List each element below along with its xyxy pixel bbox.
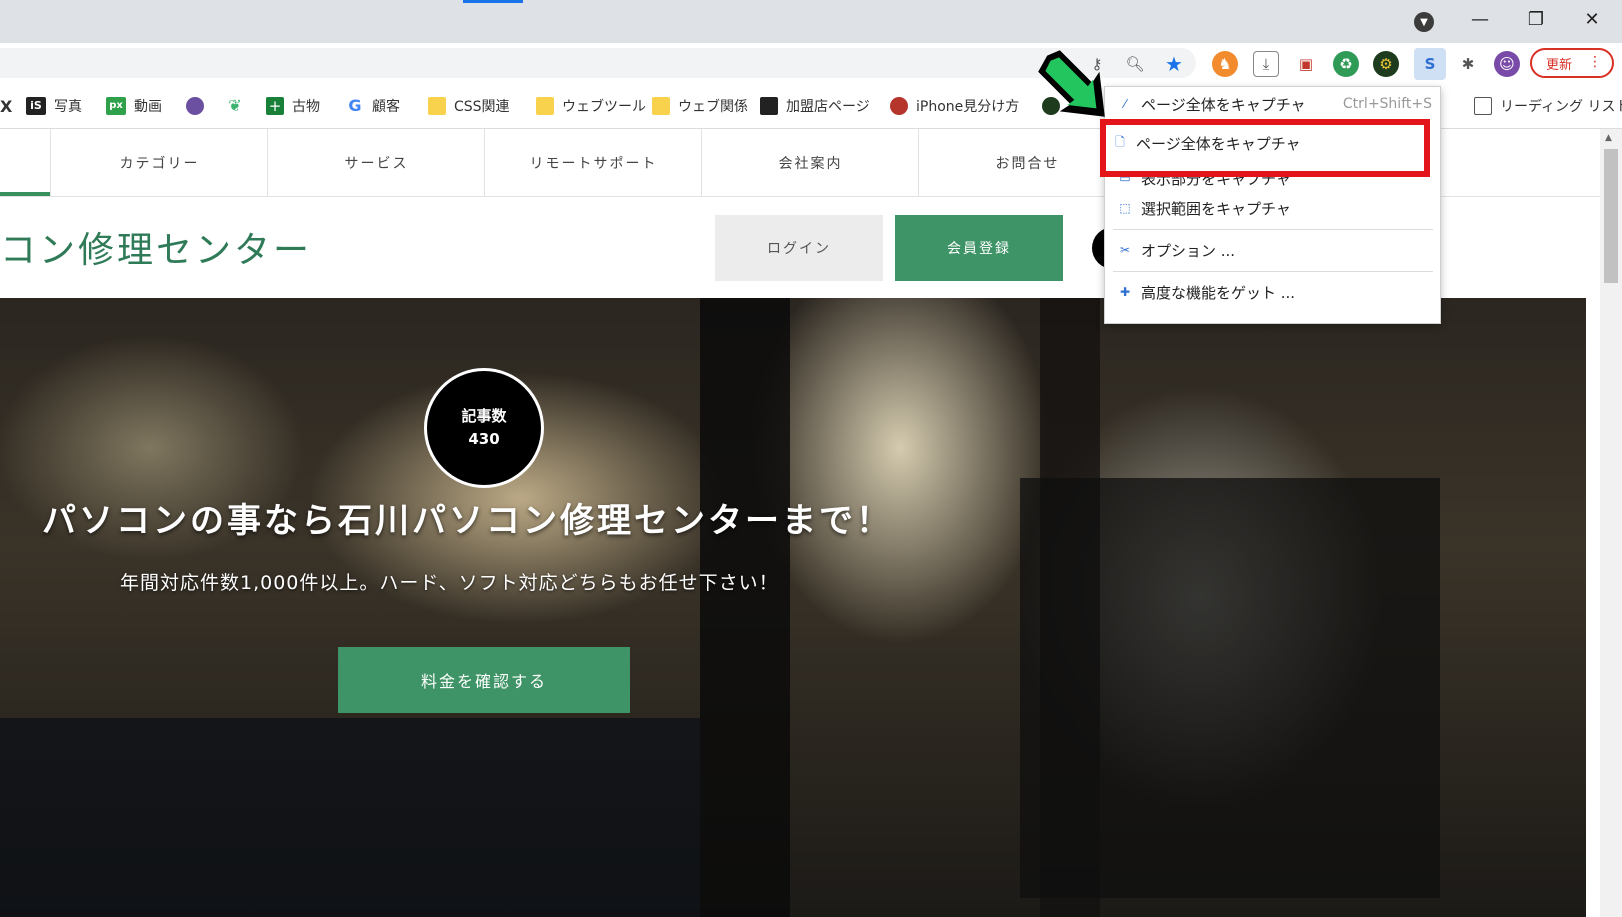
tab-search-icon[interactable]: ▼ [1414, 12, 1434, 32]
folder-icon [652, 97, 670, 115]
menu-separator [1113, 271, 1433, 272]
hero-subtitle: 年間対応件数1,000件以上。ハード、ソフト対応どちらもお任せ下さい！ [120, 572, 779, 594]
menu-item-shortcut: Ctrl+Shift+S [1342, 96, 1432, 112]
menu-item-label: オプション ... [1141, 241, 1236, 260]
store-icon [760, 97, 778, 115]
bookmark-x[interactable]: X [0, 95, 12, 117]
restore-button[interactable]: ❐ [1508, 0, 1564, 38]
bookmark-member-store[interactable]: 加盟店ページ [760, 95, 870, 117]
menu-item-label: ページ全体をキャプチャ [1141, 95, 1306, 114]
hero-banner: パソコンの事なら石川パソコン修理センターまで！ 年間対応件数1,000件以上。ハ… [0, 298, 1586, 917]
profile-avatar-icon[interactable]: ☺ [1494, 51, 1520, 77]
extension-icon-dark[interactable]: ⚙ [1373, 51, 1399, 77]
article-count-value: 430 [468, 430, 500, 448]
bookmark-videos[interactable]: px 動画 [106, 95, 162, 117]
zoom-icon[interactable]: 🔍︎ [1122, 51, 1148, 77]
register-button[interactable]: 会員登録 [895, 215, 1063, 281]
minimize-button[interactable]: — [1452, 0, 1508, 38]
hero-title: パソコンの事なら石川パソコン修理センターまで！ [42, 501, 893, 541]
plus-icon: ✚ [1119, 285, 1131, 299]
update-label: 更新 [1546, 57, 1573, 73]
extension-icon-1[interactable]: ♞ [1212, 51, 1238, 77]
capture-selection-icon: ⬚ [1119, 201, 1131, 215]
bookmark-leaf[interactable]: ❦ [226, 95, 252, 117]
browser-toolbar: ⚷ 🔍︎ ★ ♞ ⤓ ▣ ♻ ⚙ S ✱ ☺ 更新 ⋮ [0, 43, 1622, 83]
highlighted-menu-item-capture-full-page[interactable]: 🗋 ページ全体をキャプチャ [1100, 119, 1430, 177]
active-tab-indicator[interactable] [463, 0, 523, 3]
extensions-puzzle-icon[interactable]: ✱ [1455, 51, 1481, 77]
login-button[interactable]: ログイン [715, 215, 883, 281]
check-price-button[interactable]: 料金を確認する [338, 647, 630, 713]
menu-item-capture-full-page-shortcut[interactable]: ⁄ ページ全体をキャプチャ Ctrl+Shift+S [1105, 89, 1440, 119]
menu-item-capture-selection[interactable]: ⬚ 選択範囲をキャプチャ [1105, 193, 1440, 223]
capture-full-icon: ⁄ [1123, 97, 1126, 111]
menu-item-get-advanced[interactable]: ✚ 高度な機能をゲット ... [1105, 277, 1440, 307]
tools-icon: ✂ [1119, 243, 1131, 257]
address-bar[interactable] [0, 48, 1196, 78]
download-extension-icon[interactable]: ⤓ [1253, 51, 1279, 77]
nav-item-categories[interactable]: カテゴリー [50, 129, 268, 197]
anime-avatar-icon [186, 97, 204, 115]
nav-item-company[interactable]: 会社案内 [701, 129, 919, 197]
menu-separator [1113, 229, 1433, 230]
menu-item-label: 高度な機能をゲット ... [1141, 283, 1296, 302]
hero-image-shape [700, 298, 790, 917]
bookmark-css[interactable]: CSS関連 [428, 95, 510, 117]
extension-icon-green[interactable]: ♻ [1333, 51, 1359, 77]
bookmark-customers[interactable]: G 顧客 [346, 95, 400, 117]
bookmark-iphone[interactable]: iPhone見分け方 [890, 95, 1019, 117]
bookmark-web-tools[interactable]: ウェブツール [536, 95, 646, 117]
plus-icon: + [266, 97, 284, 115]
site-title[interactable]: コン修理センター [0, 221, 312, 273]
menu-item-label: 選択範囲をキャプチャ [1141, 199, 1291, 218]
reading-list-icon [1474, 97, 1492, 115]
page-scrollbar[interactable]: ▲ [1600, 129, 1622, 917]
screenshot-extension-icon[interactable]: S [1414, 48, 1446, 80]
bookmark-web-related[interactable]: ウェブ関係 [652, 95, 748, 117]
article-count-badge: 記事数 430 [424, 368, 544, 488]
article-count-label: 記事数 [461, 407, 507, 425]
menu-item-options[interactable]: ✂ オプション ... [1105, 235, 1440, 265]
nav-item-services[interactable]: サービス [267, 129, 485, 197]
page-icon: 🗋 [1115, 135, 1125, 149]
green-pointer-arrow-icon [1038, 50, 1105, 117]
close-button[interactable]: ✕ [1564, 0, 1620, 38]
bookmark-antiques[interactable]: + 古物 [266, 95, 320, 117]
px-icon: px [106, 97, 126, 115]
nav-item-remote-support[interactable]: リモートサポート [484, 129, 702, 197]
folder-icon [536, 97, 554, 115]
nav-active-indicator [0, 192, 50, 196]
folder-icon [428, 97, 446, 115]
hero-image-shape [0, 718, 700, 917]
reading-list-button[interactable]: リーディング リスト [1474, 95, 1622, 117]
scroll-thumb[interactable] [1604, 149, 1618, 283]
browser-title-bar: ▼ — ❐ ✕ [0, 0, 1622, 43]
leaf-icon: ❦ [228, 96, 242, 115]
is-icon: iS [26, 97, 46, 115]
bookmark-photos[interactable]: iS 写真 [26, 95, 82, 117]
menu-item-label: ページ全体をキャプチャ [1136, 135, 1301, 153]
bookmark-avatar[interactable] [186, 95, 212, 117]
more-menu-icon: ⋮ [1588, 54, 1602, 70]
update-button[interactable]: 更新 ⋮ [1530, 48, 1614, 78]
character-icon [890, 97, 908, 115]
hero-image-shape [1020, 478, 1440, 898]
bookmark-star-icon[interactable]: ★ [1161, 51, 1187, 77]
google-icon: G [348, 96, 362, 115]
screen-extension-icon[interactable]: ▣ [1293, 51, 1319, 77]
scroll-up-arrow-icon[interactable]: ▲ [1605, 133, 1612, 143]
